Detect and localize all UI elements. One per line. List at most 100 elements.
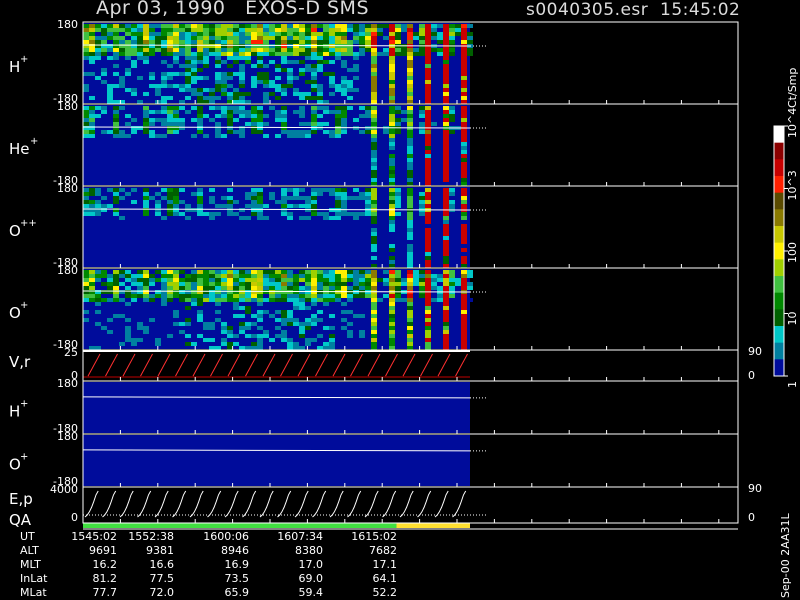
heatmap-cell xyxy=(389,158,395,162)
heatmap-cell xyxy=(389,302,395,306)
heatmap-cell xyxy=(443,84,449,88)
heatmap-cell xyxy=(311,270,317,274)
heatmap-cell xyxy=(167,286,173,290)
heatmap-cell xyxy=(389,52,395,56)
heatmap-cell xyxy=(461,334,467,338)
heatmap-cell xyxy=(197,96,203,100)
heatmap-cell xyxy=(299,110,305,114)
heatmap-cell xyxy=(191,286,197,290)
heatmap-cell xyxy=(101,24,107,28)
heatmap-cell xyxy=(257,118,263,122)
heatmap-cell xyxy=(425,146,431,150)
heatmap-cell xyxy=(461,162,467,166)
heatmap-cell xyxy=(227,298,233,302)
heatmap-cell xyxy=(467,286,473,290)
heatmap-cell xyxy=(323,28,329,32)
heatmap-cell xyxy=(443,248,449,252)
right-tick-label: 0 xyxy=(748,511,755,524)
heatmap-cell xyxy=(341,196,347,200)
heatmap-cell xyxy=(317,60,323,64)
heatmap-cell xyxy=(113,282,119,286)
heatmap-cell xyxy=(407,248,413,252)
heatmap-cell xyxy=(131,118,137,122)
heatmap-cell xyxy=(287,298,293,302)
heatmap-cell xyxy=(299,196,305,200)
heatmap-cell xyxy=(407,40,413,44)
heatmap-cell xyxy=(401,200,407,204)
heatmap-cell xyxy=(233,96,239,100)
heatmap-cell xyxy=(431,122,437,126)
heatmap-cell xyxy=(197,52,203,56)
heatmap-cell xyxy=(209,338,215,342)
heatmap-cell xyxy=(371,178,377,182)
side-label: Sep-00 2AA31L xyxy=(779,512,792,598)
heatmap-cell xyxy=(371,274,377,278)
vr-line xyxy=(280,353,293,377)
heatmap-cell xyxy=(281,118,287,122)
heatmap-cell xyxy=(371,326,377,330)
heatmap-cell xyxy=(461,212,467,216)
heatmap-cell xyxy=(221,36,227,40)
heatmap-cell xyxy=(143,106,149,110)
heatmap-cell xyxy=(275,96,281,100)
heatmap-cell xyxy=(425,188,431,192)
heatmap-cell xyxy=(167,204,173,208)
heatmap-cell xyxy=(311,212,317,216)
heatmap-cell xyxy=(311,204,317,208)
heatmap-cell xyxy=(293,294,299,298)
heatmap-cell xyxy=(407,220,413,224)
heatmap-cell xyxy=(329,72,335,76)
heatmap-cell xyxy=(317,114,323,118)
heatmap-cell xyxy=(443,188,449,192)
heatmap-cell xyxy=(269,294,275,298)
heatmap-cell xyxy=(209,200,215,204)
heatmap-cell xyxy=(167,126,173,130)
ep-series xyxy=(83,490,486,528)
heatmap-cell xyxy=(173,72,179,76)
heatmap-cell xyxy=(299,114,305,118)
heatmap-cell xyxy=(461,282,467,286)
heatmap-cell xyxy=(287,84,293,88)
heatmap-cell xyxy=(215,76,221,80)
heatmap-cell xyxy=(245,32,251,36)
heatmap-cell xyxy=(191,134,197,138)
heatmap-cell xyxy=(389,306,395,310)
heatmap-cell xyxy=(209,274,215,278)
heatmap-cell xyxy=(407,192,413,196)
heatmap-cell xyxy=(125,330,131,334)
heatmap-cell xyxy=(407,228,413,232)
heatmap-cell xyxy=(311,278,317,282)
heatmap-cell xyxy=(443,134,449,138)
heatmap-cell xyxy=(245,298,251,302)
heatmap-cell xyxy=(89,212,95,216)
heatmap-cell xyxy=(353,32,359,36)
heatmap-cell xyxy=(185,76,191,80)
table-cell: 59.4 xyxy=(299,586,324,599)
heatmap-cell xyxy=(299,72,305,76)
heatmap-cell xyxy=(107,36,113,40)
heatmap-cell xyxy=(281,274,287,278)
heatmap-cell xyxy=(173,68,179,72)
colorbar-swatch xyxy=(774,159,784,177)
heatmap-cell xyxy=(149,130,155,134)
table-row-label: InLat xyxy=(20,572,48,585)
heatmap-cell xyxy=(299,274,305,278)
heatmap-cell xyxy=(389,154,395,158)
heatmap-cell xyxy=(389,326,395,330)
heatmap-cell xyxy=(461,122,467,126)
heatmap-cell xyxy=(131,200,137,204)
heatmap-cell xyxy=(461,326,467,330)
heatmap-cell xyxy=(305,196,311,200)
heatmap-cell xyxy=(269,80,275,84)
heatmap-cell xyxy=(299,294,305,298)
heatmap-cell xyxy=(305,56,311,60)
heatmap-cell xyxy=(257,110,263,114)
heatmap-cell xyxy=(467,52,473,56)
heatmap-cell xyxy=(281,52,287,56)
heatmap-cell xyxy=(341,130,347,134)
heatmap-cell xyxy=(353,216,359,220)
heatmap-cell xyxy=(233,36,239,40)
heatmap-cell xyxy=(293,346,299,350)
heatmap-cell xyxy=(371,330,377,334)
heatmap-cell xyxy=(305,318,311,322)
